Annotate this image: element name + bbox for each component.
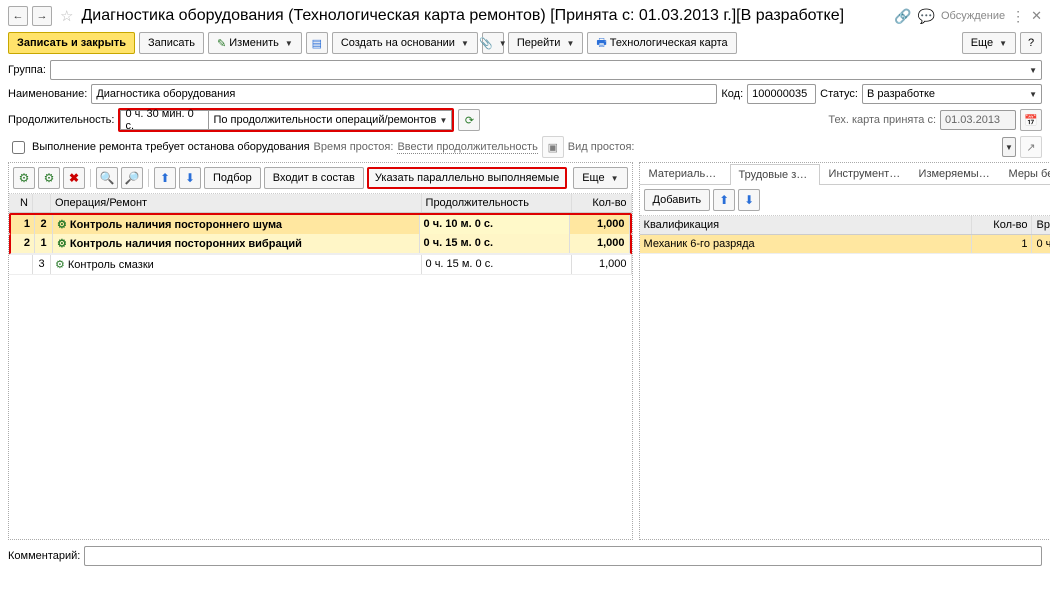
name-input[interactable]: Диагностика оборудования [91, 84, 717, 104]
gear-icon: ⚙ [55, 259, 65, 271]
more-label: Еще [971, 37, 993, 49]
chat-icon[interactable]: 💬 [918, 8, 935, 25]
contains-button[interactable]: Входит в состав [264, 167, 364, 189]
labor-table[interactable]: Квалификация Кол-во Время работы Механик… [640, 216, 1050, 539]
col-time[interactable]: Время работы [1032, 216, 1050, 234]
status-input[interactable]: В разработке ▼ [862, 84, 1042, 104]
tech-card-button[interactable]: 🖶 Технологическая карта [587, 32, 736, 54]
col-qual[interactable]: Квалификация [640, 216, 973, 234]
downtime-kind-label: Вид простоя: [568, 141, 635, 153]
col-ord[interactable] [33, 194, 51, 212]
col-n[interactable]: N [9, 194, 33, 212]
selection-button[interactable]: Подбор [204, 167, 261, 189]
favorite-icon[interactable]: ☆ [60, 7, 73, 25]
save-close-button[interactable]: Записать и закрыть [8, 32, 135, 54]
col-op[interactable]: Операция/Ремонт [51, 194, 422, 212]
card-accepted-input[interactable]: 01.03.2013 [940, 110, 1016, 130]
divider [90, 169, 91, 187]
chevron-down-icon: ▼ [999, 39, 1007, 48]
more-header-button[interactable]: Еще ▼ [962, 32, 1016, 54]
list-button[interactable]: ▤ [306, 32, 328, 54]
col-dur[interactable]: Продолжительность [422, 194, 572, 212]
chevron-down-icon: ▼ [285, 39, 293, 48]
move-down-icon[interactable]: ⬇ [738, 189, 760, 211]
change-label: Изменить [229, 37, 279, 49]
tab-labor[interactable]: Трудовые затра... [730, 164, 820, 185]
gear-icon: ⚙ [57, 219, 67, 231]
table-row[interactable]: 2 1 ⚙Контроль наличия посторонних вибрац… [9, 234, 632, 255]
chevron-down-icon: ▼ [566, 39, 574, 48]
duration-label: Продолжительность: [8, 114, 114, 126]
link-icon[interactable]: 🔗 [894, 8, 911, 25]
group-input[interactable]: ▼ [50, 60, 1042, 80]
move-down-icon[interactable]: ⬇ [179, 167, 201, 189]
card-accepted-label: Тех. карта принята с: [828, 114, 936, 126]
kebab-icon[interactable]: ⋮ [1011, 8, 1025, 25]
move-up-icon[interactable]: ⬆ [154, 167, 176, 189]
duration-highlight-group: 0 ч. 30 мин. 0 с. По продолжительности о… [118, 108, 454, 132]
change-button[interactable]: ✎ Изменить ▼ [208, 32, 302, 54]
downtime-icon-button: ▣ [542, 136, 564, 158]
comment-label: Комментарий: [8, 550, 80, 562]
tab-safety[interactable]: Меры безопасн... [1000, 163, 1050, 184]
comment-input[interactable] [84, 546, 1042, 566]
close-icon[interactable]: ✕ [1031, 8, 1042, 24]
back-button[interactable]: ← [8, 6, 28, 26]
forward-button[interactable]: → [32, 6, 52, 26]
table-row[interactable]: Механик 6-го разряда 1 0 ч. 10 м. 0 с. [640, 235, 1050, 254]
left-more-button[interactable]: Еще▼ [573, 167, 627, 189]
col-qty[interactable]: Кол-во [972, 216, 1032, 234]
code-label: Код: [721, 88, 743, 100]
tab-measure[interactable]: Измеряемые по... [910, 163, 1000, 184]
duration-mode-select[interactable]: По продолжительности операций/ремонтов ▼ [208, 110, 452, 130]
save-button[interactable]: Записать [139, 32, 204, 54]
downtime-kind-open: ↗ [1020, 136, 1042, 158]
status-label: Статус: [820, 88, 858, 100]
attach-button[interactable]: 📎▼ [482, 32, 504, 54]
add-button[interactable]: Добавить [644, 189, 711, 211]
tab-tools[interactable]: Инструменты и ... [820, 163, 910, 184]
code-input[interactable]: 100000035 [747, 84, 816, 104]
goto-label: Перейти [517, 37, 561, 49]
col-qty[interactable]: Кол-во [572, 194, 632, 212]
new-repair-icon[interactable]: ⚙ [38, 167, 60, 189]
enter-downtime-link[interactable]: Ввести продолжительность [397, 141, 537, 154]
chevron-down-icon[interactable]: ▼ [440, 116, 448, 125]
group-label: Группа: [8, 64, 46, 76]
name-label: Наименование: [8, 88, 87, 100]
clear-search-icon[interactable]: 🔎 [121, 167, 143, 189]
new-operation-icon[interactable]: ⚙ [13, 167, 35, 189]
operations-table[interactable]: N Операция/Ремонт Продолжительность Кол-… [9, 194, 632, 539]
requires-stop-checkbox[interactable]: Выполнение ремонта требует останова обор… [8, 138, 310, 157]
downtime-kind-dd: ▼ [1002, 137, 1016, 157]
page-title: Диагностика оборудования (Технологическа… [81, 7, 890, 25]
help-button[interactable]: ? [1020, 32, 1042, 54]
create-based-button[interactable]: Создать на основании ▼ [332, 32, 478, 54]
search-icon[interactable]: 🔍 [96, 167, 118, 189]
move-up-icon[interactable]: ⬆ [713, 189, 735, 211]
discussion-link[interactable]: Обсуждение [941, 10, 1005, 22]
chevron-down-icon[interactable]: ▼ [1029, 90, 1037, 99]
create-based-label: Создать на основании [341, 37, 455, 49]
gear-icon: ⚙ [57, 238, 67, 250]
tab-materials[interactable]: Материальные з... [640, 163, 730, 184]
duration-value-input[interactable]: 0 ч. 30 мин. 0 с. [120, 110, 208, 130]
divider [148, 169, 149, 187]
calendar-button[interactable]: 📅 [1020, 109, 1042, 131]
chevron-down-icon: ▼ [499, 39, 507, 48]
tech-card-label: Технологическая карта [610, 37, 728, 49]
goto-button[interactable]: Перейти ▼ [508, 32, 584, 54]
chevron-down-icon: ▼ [461, 39, 469, 48]
delete-row-icon[interactable]: ✖ [63, 167, 85, 189]
downtime-label: Время простоя: [314, 141, 394, 153]
table-row[interactable]: 3 ⚙Контроль смазки 0 ч. 15 м. 0 с. 1,000 [9, 255, 632, 275]
refresh-duration-button[interactable]: ⟳ [458, 109, 480, 131]
chevron-down-icon[interactable]: ▼ [1029, 66, 1037, 75]
table-row[interactable]: 1 2 ⚙Контроль наличия постороннего шума … [9, 213, 632, 234]
parallel-button[interactable]: Указать параллельно выполняемые [367, 167, 567, 189]
